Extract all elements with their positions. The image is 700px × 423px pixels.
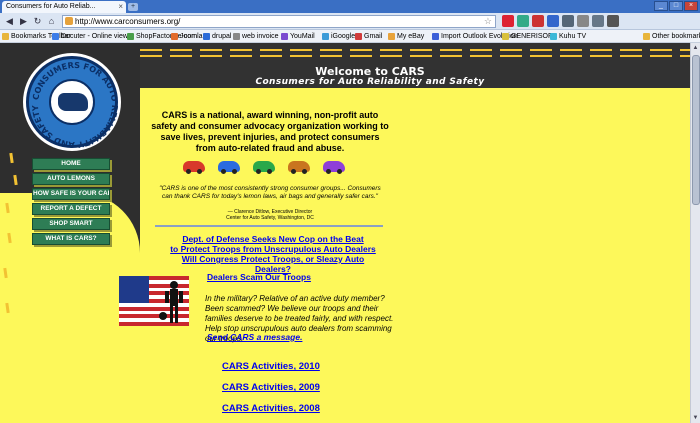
- activities-2009-link[interactable]: CARS Activities, 2009: [222, 382, 320, 393]
- main-menu: HOME AUTO LEMONS HOW SAFE IS YOUR CAR? REPO…: [32, 158, 110, 248]
- headline-link-2[interactable]: to Protect Troops from Unscrupulous Auto…: [163, 244, 383, 254]
- bookmark-item[interactable]: Other bookmarks: [643, 31, 700, 42]
- forward-button[interactable]: ▶: [17, 15, 30, 27]
- tab-strip: Consumers for Auto Reliab... × + _ □ ×: [0, 0, 700, 13]
- bookmark-star-icon[interactable]: ☆: [484, 16, 492, 27]
- ebay-icon[interactable]: [502, 15, 514, 27]
- cars-seal-logo[interactable]: CONSUMERS FOR AUTO RELIABILITY AND SAFET…: [26, 56, 120, 150]
- page-icon[interactable]: [592, 15, 604, 27]
- menu-item-shop-smart[interactable]: SHOP SMART: [32, 218, 110, 230]
- car-icon: [288, 161, 310, 174]
- activities-2010-link[interactable]: CARS Activities, 2010: [222, 361, 320, 372]
- bookmark-item[interactable]: iGoogle: [322, 31, 355, 42]
- page-favicon-icon: [65, 17, 73, 25]
- car-icon: [183, 161, 205, 174]
- lock-icon[interactable]: [577, 15, 589, 27]
- bookmark-item[interactable]: Docuter - Online viewer: [52, 31, 134, 42]
- flag-icon[interactable]: [562, 15, 574, 27]
- seal-center: [49, 79, 95, 125]
- tab-title: Consumers for Auto Reliab...: [6, 3, 96, 10]
- tab-active[interactable]: Consumers for Auto Reliab... ×: [2, 1, 126, 13]
- calendar-icon[interactable]: [547, 15, 559, 27]
- back-button[interactable]: ◀: [3, 15, 16, 27]
- us-flag-soldier-image: [119, 276, 189, 326]
- bookmark-item[interactable]: Kuhu TV: [550, 31, 586, 42]
- vertical-scrollbar[interactable]: ▲ ▼: [690, 43, 700, 423]
- road-lane-line: [140, 55, 690, 57]
- flag-canton: [119, 276, 149, 303]
- reload-button[interactable]: ↻: [31, 15, 44, 27]
- org-tagline: Consumers for Auto Reliability and Safet…: [255, 77, 485, 87]
- browser-toolbar: ◀ ▶ ↻ ⌂ http://www.carconsumers.org/ ☆: [0, 13, 700, 30]
- scroll-down-icon[interactable]: ▼: [691, 413, 700, 423]
- dod-headline: Dept. of Defense Seeks New Cop on the Be…: [163, 234, 383, 274]
- divider: [155, 225, 383, 227]
- bookmark-item[interactable]: Joomla: [171, 31, 203, 42]
- bookmark-item[interactable]: web invoice: [233, 31, 279, 42]
- bookmark-item[interactable]: My eBay: [388, 31, 424, 42]
- testimonial-quote: "CARS is one of the most consistently st…: [159, 185, 381, 200]
- bookmark-item[interactable]: GENERISOFT: [502, 31, 557, 42]
- wrench-icon[interactable]: [607, 15, 619, 27]
- scroll-up-icon[interactable]: ▲: [691, 43, 700, 53]
- close-window-button[interactable]: ×: [684, 1, 698, 11]
- tab-close-icon[interactable]: ×: [118, 1, 123, 13]
- chart-icon[interactable]: [517, 15, 529, 27]
- car-row: [183, 161, 345, 174]
- menu-item-report-a-defect[interactable]: REPORT A DEFECT: [32, 203, 110, 215]
- menu-item-what-is-cars[interactable]: WHAT IS CARS?: [32, 233, 110, 245]
- menu-item-auto-lemons[interactable]: AUTO LEMONS: [32, 173, 110, 185]
- new-tab-button[interactable]: +: [128, 3, 138, 11]
- menu-item-home[interactable]: HOME: [32, 158, 110, 170]
- testimonial-attribution: — Clarence Ditlow, Executive Director Ce…: [170, 209, 370, 221]
- address-bar[interactable]: http://www.carconsumers.org/ ☆: [62, 15, 496, 28]
- bookmark-item[interactable]: YouMail: [281, 31, 315, 42]
- window-controls: _ □ ×: [654, 1, 698, 11]
- intro-text: CARS is a national, award winning, non-p…: [151, 110, 389, 153]
- bookmarks-bar: Bookmarks Toolbar Docuter - Online viewer…: [0, 30, 700, 43]
- address-url: http://www.carconsumers.org/: [75, 17, 181, 26]
- headline-link-1[interactable]: Dept. of Defense Seeks New Cop on the Be…: [163, 234, 383, 244]
- home-button[interactable]: ⌂: [45, 15, 58, 27]
- activities-2008-link[interactable]: CARS Activities, 2008: [222, 403, 320, 414]
- road-lane-line: [140, 49, 690, 51]
- extension-icons: [502, 15, 619, 27]
- car-icon: [218, 161, 240, 174]
- minimize-button[interactable]: _: [654, 1, 668, 11]
- attribution-org: Center for Auto Safety, Washington, DC: [226, 215, 314, 221]
- headline-link-3[interactable]: Will Congress Protect Troops, or Sleazy …: [163, 254, 383, 274]
- menu-item-how-safe-is-your-car[interactable]: HOW SAFE IS YOUR CAR?: [32, 188, 110, 200]
- car-icon: [323, 161, 345, 174]
- bookmark-item[interactable]: Gmail: [355, 31, 382, 42]
- car-icon: [253, 161, 275, 174]
- gmail-icon[interactable]: [532, 15, 544, 27]
- dealers-scam-link[interactable]: Dealers Scam Our Troops: [207, 272, 311, 282]
- bookmark-item[interactable]: drupal: [203, 31, 231, 42]
- usa-map-icon: [58, 93, 88, 111]
- maximize-button[interactable]: □: [669, 1, 683, 11]
- scroll-thumb[interactable]: [692, 55, 700, 205]
- send-message-link[interactable]: Send CARS a message.: [207, 332, 302, 342]
- page-content: Welcome to CARS Consumers for Auto Relia…: [0, 43, 690, 423]
